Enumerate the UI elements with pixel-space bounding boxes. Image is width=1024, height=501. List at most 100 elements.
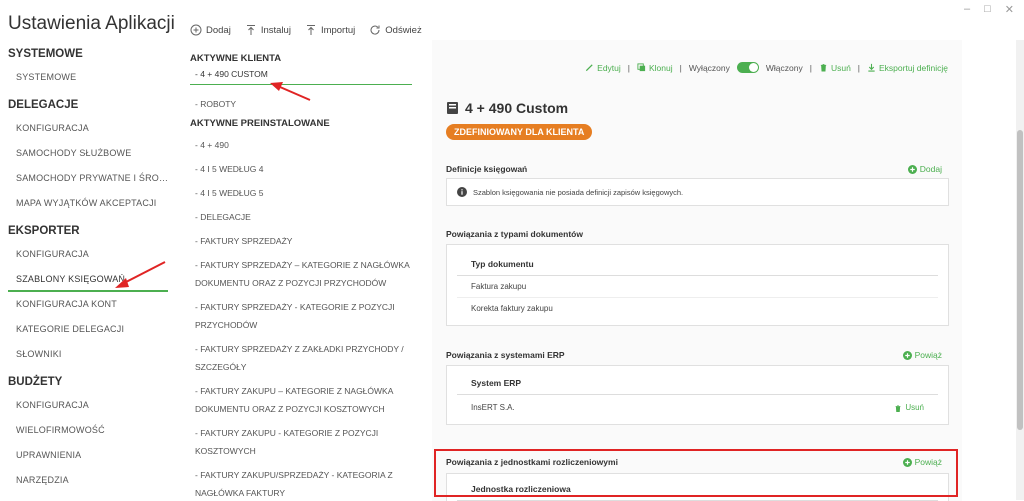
edit-button[interactable]: Edytuj	[585, 63, 621, 73]
template-item-label: 4 + 490 CUSTOM	[200, 69, 268, 79]
client-defined-badge: ZDEFINIOWANY DLA KLIENTA	[446, 124, 593, 140]
preinstalled-group-title-label: AKTYWNE PREINSTALOWANE	[190, 118, 330, 129]
refresh-label: Odśwież	[385, 24, 422, 36]
table-row: Korekta faktury zakupu	[457, 298, 938, 320]
nav-section-systemowe: SYSTEMOWE	[8, 48, 83, 60]
import-button[interactable]: Importuj	[305, 24, 355, 36]
template-item[interactable]: - FAKTURY SPRZEDAŻY - KATEGORIE Z POZYCJ…	[190, 298, 412, 334]
definitions-card: Szablon księgowania nie posiada definicj…	[446, 178, 949, 206]
sidebar-item-samochody-prywatne-i-srod[interactable]: SAMOCHODY PRYWATNE I ŚROD…	[8, 166, 168, 191]
definitions-add-label: Dodaj	[919, 164, 942, 174]
erp-header: System ERP	[457, 371, 938, 395]
template-item-label: 4 I 5 WEDŁUG 5	[200, 188, 264, 198]
info-icon	[457, 187, 467, 197]
template-item[interactable]: - 4 + 490 CUSTOM	[190, 67, 412, 85]
doc-type-cell: Korekta faktury zakupu	[471, 304, 553, 313]
clone-label: Klonuj	[649, 62, 673, 73]
highlight-box	[434, 449, 958, 497]
definitions-add-button[interactable]: Dodaj	[907, 164, 942, 174]
doc-type-cell: Faktura zakupu	[471, 281, 527, 291]
template-item-label: 4 I 5 WEDŁUG 4	[200, 164, 264, 174]
template-item-label: FAKTURY SPRZEDAŻY Z ZAKŁADKI PRZYCHODY /…	[195, 344, 404, 372]
sidebar-item-konfiguracja[interactable]: KONFIGURACJA	[8, 242, 168, 267]
maximize-button[interactable]: □	[984, 3, 991, 16]
sidebar-item-uprawnienia[interactable]: UPRAWNIENIA	[8, 443, 168, 468]
templates-list: AKTYWNE KLIENTA - 4 + 490 CUSTOM - ROBOTY A…	[190, 53, 412, 501]
template-item-label: FAKTURY SPRZEDAŻY - KATEGORIE Z POZYCJI …	[195, 302, 395, 330]
on-label: Włączony	[765, 62, 803, 73]
template-item-label: FAKTURY ZAKUPU - KATEGORIE Z POZYCJI KOS…	[195, 428, 379, 456]
client-group-title: AKTYWNE KLIENTA	[190, 53, 412, 67]
template-title-text: 4 + 490 Custom	[465, 100, 569, 116]
template-item[interactable]: - FAKTURY SPRZEDAŻY Z ZAKŁADKI PRZYCHODY…	[190, 340, 412, 376]
sidebar-item-konfiguracja[interactable]: KONFIGURACJA	[8, 116, 168, 141]
export-definition-button[interactable]: Eksportuj definicję	[867, 63, 948, 73]
install-label: Instaluj	[260, 24, 291, 36]
erp-link-button[interactable]: Powiąż	[902, 350, 942, 360]
table-row: InsERT S.A. Usuń	[457, 395, 938, 421]
sidebar-item-kategorie-delegacji[interactable]: KATEGORIE DELEGACJI	[8, 317, 168, 342]
sidebar-item-systemowe[interactable]: SYSTEMOWE	[8, 65, 168, 90]
nav-section-budzety: BUDŻETY	[8, 376, 63, 388]
definitions-info-text: Szablon księgowania nie posiada definicj…	[473, 187, 684, 197]
sidebar-item-samochody-s-uzbowe[interactable]: SAMOCHODY SŁUŻBOWE	[8, 141, 168, 166]
sidebar-item-mapa-wyjatkow-akceptacji[interactable]: MAPA WYJĄTKÓW AKCEPTACJI	[8, 191, 168, 216]
separator: |	[809, 62, 812, 73]
plus-circle-icon	[190, 24, 202, 36]
doc-types-card: Typ dokumentu Faktura zakupu Korekta fak…	[446, 244, 949, 326]
template-item[interactable]: - 4 + 490	[190, 136, 412, 154]
refresh-icon	[370, 25, 380, 35]
template-item[interactable]: - ROBOTY	[190, 95, 412, 113]
active-toggle[interactable]	[736, 62, 759, 73]
definitions-info: Szablon księgowania nie posiada definicj…	[447, 179, 948, 205]
add-button[interactable]: Dodaj	[190, 24, 231, 36]
template-item-label: ROBOTY	[200, 99, 237, 109]
trash-icon	[820, 63, 827, 72]
delete-template-button[interactable]: Usuń	[819, 63, 851, 73]
install-button[interactable]: Instaluj	[245, 24, 291, 36]
template-item-label: DELEGACJE	[200, 212, 251, 222]
download-icon	[868, 63, 875, 72]
definitions-title: Definicje księgowań	[446, 164, 528, 174]
template-item-label: 4 + 490	[200, 140, 229, 150]
clone-icon	[637, 63, 646, 72]
sidebar-item-narzedzia[interactable]: NARZĘDZIA	[8, 468, 168, 493]
clone-button[interactable]: Klonuj	[637, 63, 673, 73]
sidebar-item-konfiguracja-kont[interactable]: KONFIGURACJA KONT	[8, 292, 168, 317]
edit-label: Edytuj	[597, 62, 621, 73]
template-item[interactable]: - FAKTURY ZAKUPU - KATEGORIE Z POZYCJI K…	[190, 424, 412, 460]
sidebar-item-szablony-ksiegowan[interactable]: SZABLONY KSIĘGOWAŃ	[8, 267, 168, 292]
separator: |	[857, 62, 861, 73]
template-item[interactable]: - FAKTURY ZAKUPU/SPRZEDAŻY - KATEGORIA Z…	[190, 466, 412, 501]
template-item-label: FAKTURY ZAKUPU/SPRZEDAŻY - KATEGORIA Z N…	[195, 470, 393, 498]
template-item[interactable]: - DELEGACJE	[190, 208, 412, 226]
template-item[interactable]: - 4 I 5 WEDŁUG 4	[190, 160, 412, 178]
template-item[interactable]: - FAKTURY SPRZEDAŻY – KATEGORIE Z NAGŁÓW…	[190, 256, 412, 292]
add-label: Dodaj	[206, 24, 231, 36]
template-item[interactable]: - FAKTURY SPRZEDAŻY	[190, 232, 412, 250]
nav-section-eksporter: EKSPORTER	[8, 225, 80, 237]
upload-icon	[246, 25, 255, 35]
scrollbar-thumb[interactable]	[1017, 130, 1023, 430]
separator: |	[627, 62, 630, 73]
template-item[interactable]: - 4 I 5 WEDŁUG 5	[190, 184, 412, 202]
off-label: Wyłączony	[688, 62, 730, 73]
pencil-icon	[586, 64, 593, 72]
import-label: Importuj	[320, 24, 356, 36]
sidebar-item-s-owniki[interactable]: SŁOWNIKI	[8, 342, 168, 367]
preinstalled-group-title: AKTYWNE PREINSTALOWANE	[190, 118, 412, 132]
erp-card: System ERP InsERT S.A. Usuń	[446, 365, 949, 425]
template-title: 4 + 490 Custom	[446, 100, 568, 116]
template-item[interactable]: - FAKTURY ZAKUPU – KATEGORIE Z NAGŁÓWKA …	[190, 382, 412, 418]
refresh-button[interactable]: Odśwież	[369, 24, 422, 36]
minimize-button[interactable]: –	[964, 3, 970, 16]
template-item-label: FAKTURY ZAKUPU – KATEGORIE Z NAGŁÓWKA DO…	[195, 386, 393, 414]
sidebar-item-konfiguracja[interactable]: KONFIGURACJA	[8, 393, 168, 418]
erp-delete-button[interactable]: Usuń	[894, 395, 924, 421]
close-button[interactable]: ✕	[1005, 3, 1014, 16]
table-row: Faktura zakupu	[457, 276, 938, 298]
sidebar: Ustawienia Aplikacji SYSTEMOWE SYSTEMOWE D…	[0, 0, 175, 501]
sidebar-item-wielofirmowosc[interactable]: WIELOFIRMOWOŚĆ	[8, 418, 168, 443]
erp-title: Powiązania z systemami ERP	[446, 350, 565, 360]
nav-section-delegacje: DELEGACJE	[8, 99, 79, 111]
